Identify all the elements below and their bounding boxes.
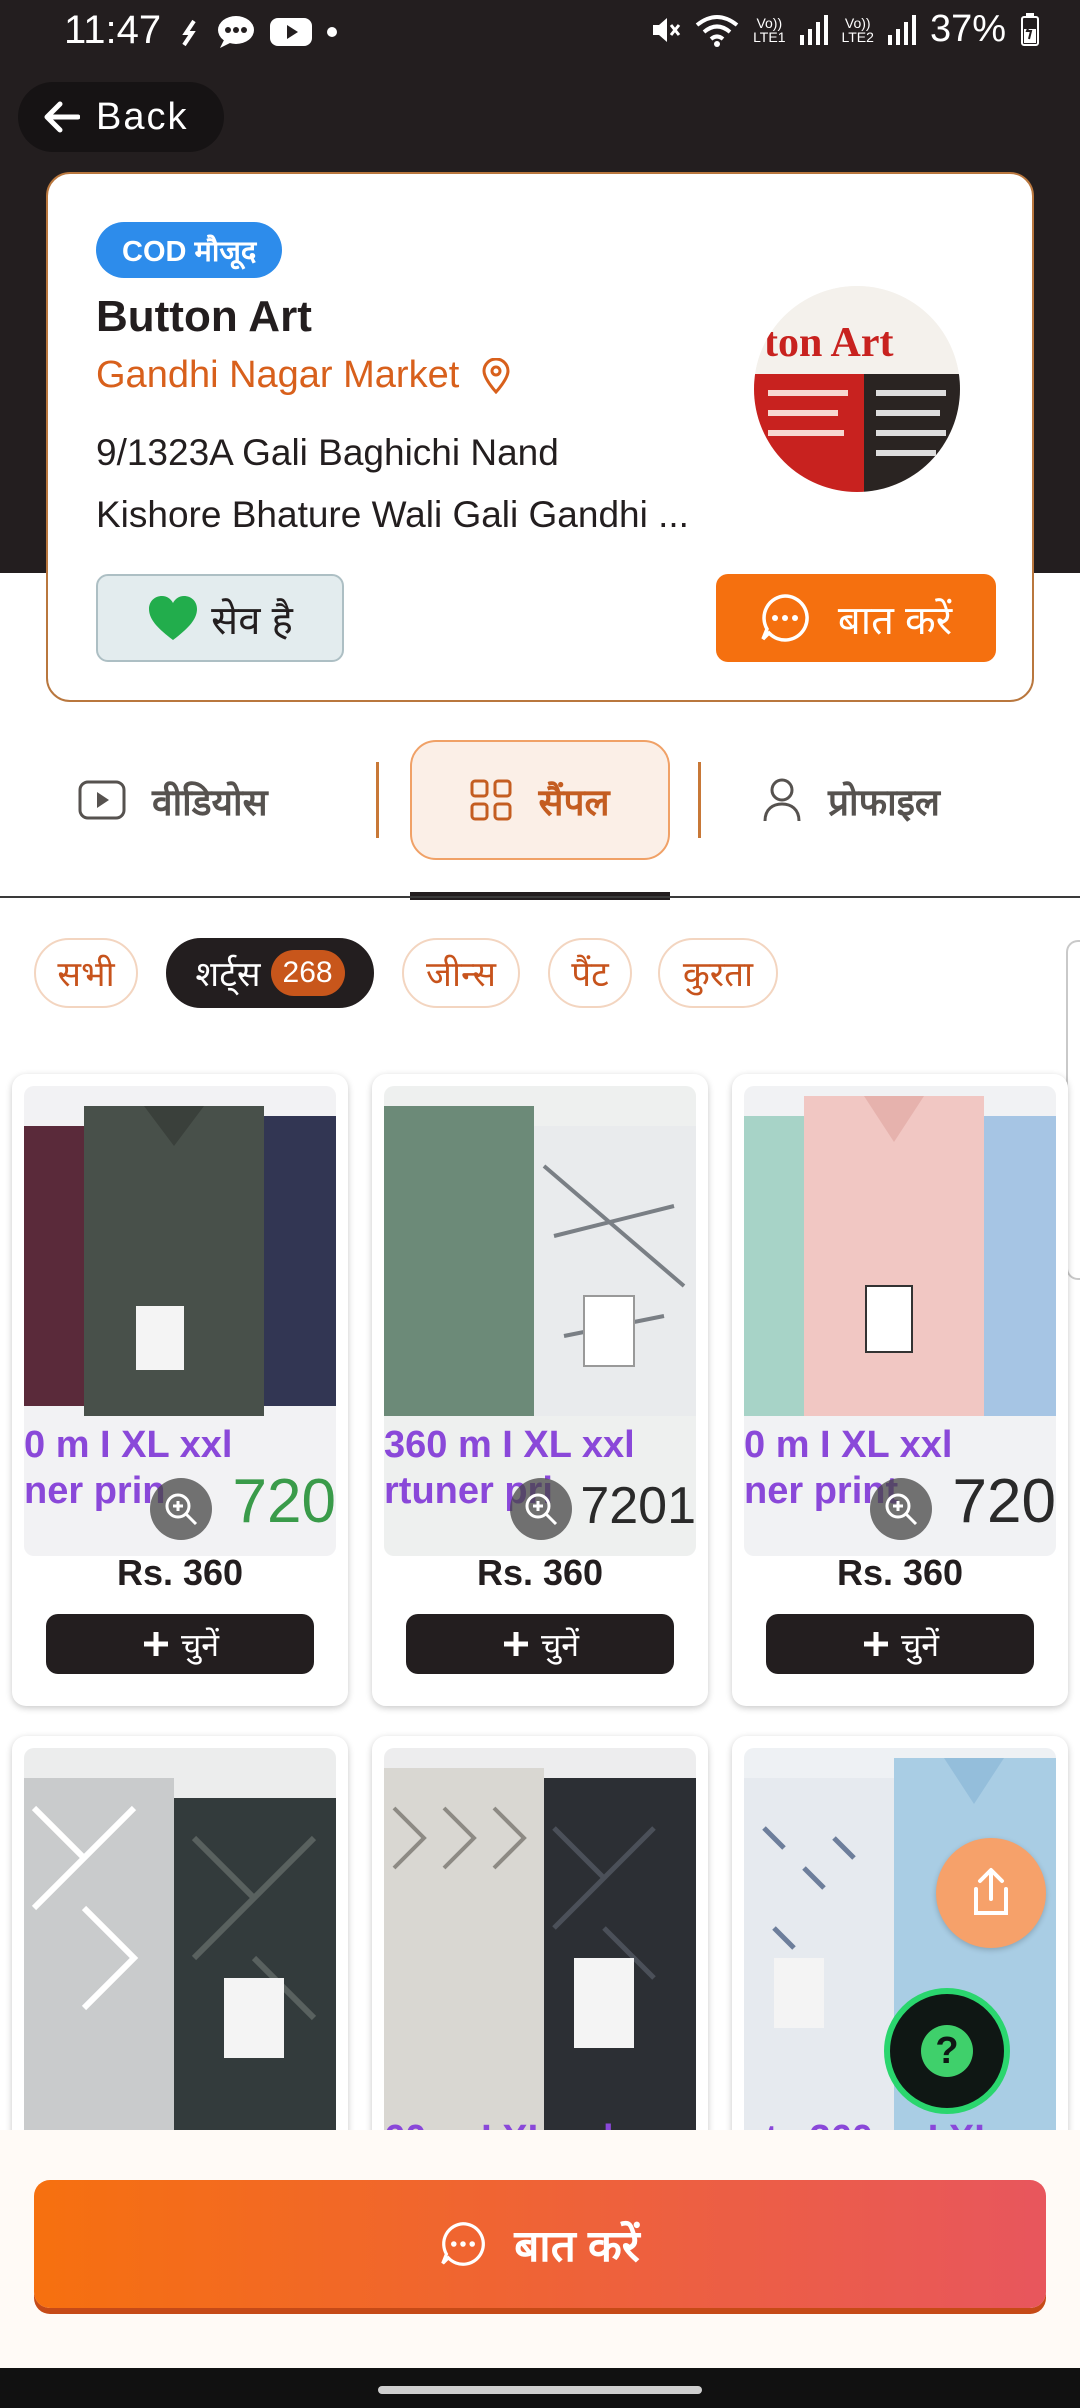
signal-icon [799,14,828,45]
saved-label: सेव है [211,598,293,643]
zoom-in-icon [525,1493,558,1526]
select-button[interactable]: चुनें [766,1614,1034,1674]
section-tabs: वीडियोस सैंपल प्रोफाइल [0,740,1080,900]
network-lte1: Vo)) LTE1 [753,14,786,45]
bottom-chat-button[interactable]: बात करें [34,2180,1046,2308]
back-label: Back [96,95,189,138]
product-price: Rs. 360 [836,1552,964,1593]
share-icon [974,1868,1008,1915]
tab-samples[interactable]: सैंपल [410,740,670,860]
chat-button[interactable]: बात करें [716,574,996,662]
product-card[interactable]: 0 m I XL xxl ner prin 720 Rs. 360 चुनें [12,1074,348,1706]
filter-chip-jeans[interactable]: जीन्स [402,938,520,1008]
store-card: COD मौजूद Button Art Gandhi Nagar Market… [46,172,1034,702]
saved-button[interactable]: सेव है [96,574,344,662]
battery-charging-icon [1021,12,1039,46]
youtube-icon [270,18,312,46]
store-market[interactable]: Gandhi Nagar Market [96,354,511,397]
battery-percent: 37% [929,8,1006,50]
shirts-count-badge: 268 [270,950,345,996]
dot-icon [327,27,337,37]
product-card[interactable] [12,1736,348,2156]
product-image[interactable]: 0 m I XL xxl ner print 720 [744,1086,1056,1556]
select-button[interactable]: चुनें [406,1614,674,1674]
product-image[interactable]: 360 m I XL xxl rtuner pri 7201 [384,1086,696,1556]
product-image[interactable] [24,1748,336,2156]
market-name: Gandhi Nagar Market [96,354,460,396]
product-card[interactable]: 60 m I XL xxl [372,1736,708,2156]
mute-icon [653,17,681,42]
filter-chip-kurta[interactable]: कुरता [658,938,778,1008]
product-card[interactable]: 360 m I XL xxl rtuner pri 7201 Rs. 360 च… [372,1074,708,1706]
missed-call-icon [182,19,196,47]
filter-chip-shirts[interactable]: शर्ट्स 268 [166,938,374,1008]
status-bar: 11:47 Vo)) LTE1 Vo)) LTE2 37% [0,0,1080,68]
store-name: Button Art [96,292,312,341]
signal-icon [887,14,916,45]
cod-badge: COD मौजूद [96,222,283,278]
location-pin-icon [482,357,510,394]
plus-icon [143,1632,168,1656]
product-image[interactable]: ate 360 m I XL xx [744,1748,1056,2156]
plus-icon [863,1632,888,1656]
person-icon [763,778,801,822]
zoom-in-icon [885,1493,918,1526]
logo-text: ton Art [764,320,894,366]
product-image[interactable]: 60 m I XL xxl [384,1748,696,2156]
grid-icon [470,779,512,821]
tab-videos[interactable]: वीडियोस [78,740,268,860]
zoom-button[interactable] [870,1478,932,1540]
bottom-chat-label: बात करें [514,2222,640,2271]
notification-icons [178,14,338,50]
select-button[interactable]: चुनें [46,1614,314,1674]
zoom-button[interactable] [510,1478,572,1540]
zoom-button[interactable] [150,1478,212,1540]
network-lte2: Vo)) LTE2 [841,14,874,45]
chat-label: बात करें [837,598,953,643]
wifi-icon [695,14,739,47]
filter-chip-pants[interactable]: पैंट [548,938,632,1008]
message-icon [218,16,254,48]
plus-icon [503,1632,528,1656]
chat-bubble-icon [761,594,809,642]
filter-chip-all[interactable]: सभी [34,938,138,1008]
share-button[interactable] [936,1838,1046,1948]
tab-profile[interactable]: प्रोफाइल [762,740,940,860]
heart-icon [149,596,198,640]
home-gesture-bar[interactable] [378,2386,702,2394]
arrow-left-icon [44,101,80,133]
store-logo: ton Art [754,286,960,492]
help-button[interactable]: ? [884,1988,1010,2114]
scroll-indicator [1066,940,1080,1280]
back-button[interactable]: Back [18,82,224,152]
question-mark-icon: ? [921,2025,973,2077]
tab-divider [376,762,379,838]
divider [0,896,1080,898]
product-card[interactable]: 0 m I XL xxl ner print 720 Rs. 360 चुनें [732,1074,1068,1706]
status-time: 11:47 [64,8,162,52]
system-status: Vo)) LTE1 Vo)) LTE2 37% [647,8,1040,51]
chat-bubble-icon [441,2222,486,2266]
zoom-in-icon [165,1493,198,1526]
tab-divider [698,762,701,838]
product-image[interactable]: 0 m I XL xxl ner prin 720 [24,1086,336,1556]
product-price: Rs. 360 [116,1552,244,1593]
video-play-icon [78,780,126,820]
product-price: Rs. 360 [476,1552,604,1593]
store-address: 9/1323A Gali Baghichi Nand Kishore Bhatu… [96,432,689,535]
